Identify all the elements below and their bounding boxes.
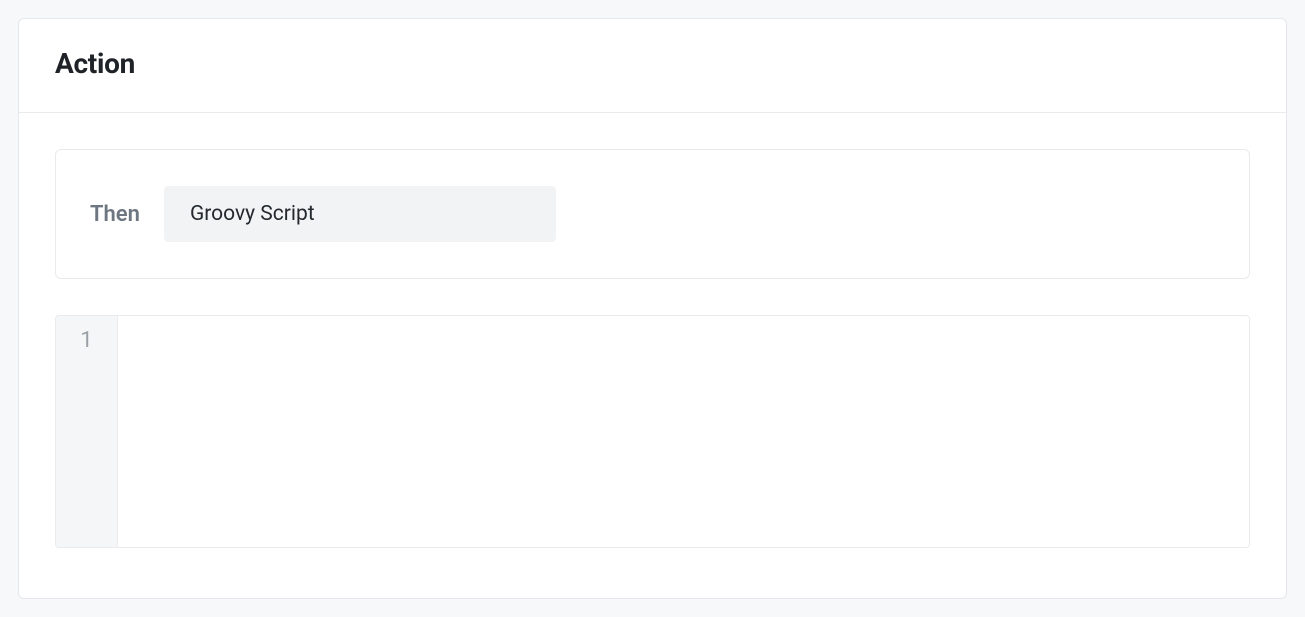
code-editor: 1 <box>55 315 1250 548</box>
code-input[interactable] <box>118 316 1249 547</box>
script-type-select[interactable]: Groovy Script <box>164 186 556 242</box>
panel-body: Then Groovy Script 1 <box>19 113 1286 584</box>
action-row: Then Groovy Script <box>55 149 1250 279</box>
panel-header: Action <box>19 19 1286 113</box>
editor-gutter: 1 <box>56 316 118 547</box>
line-number: 1 <box>56 324 117 357</box>
action-panel: Action Then Groovy Script 1 <box>18 18 1287 599</box>
then-label: Then <box>90 202 140 227</box>
panel-title: Action <box>55 47 1250 80</box>
